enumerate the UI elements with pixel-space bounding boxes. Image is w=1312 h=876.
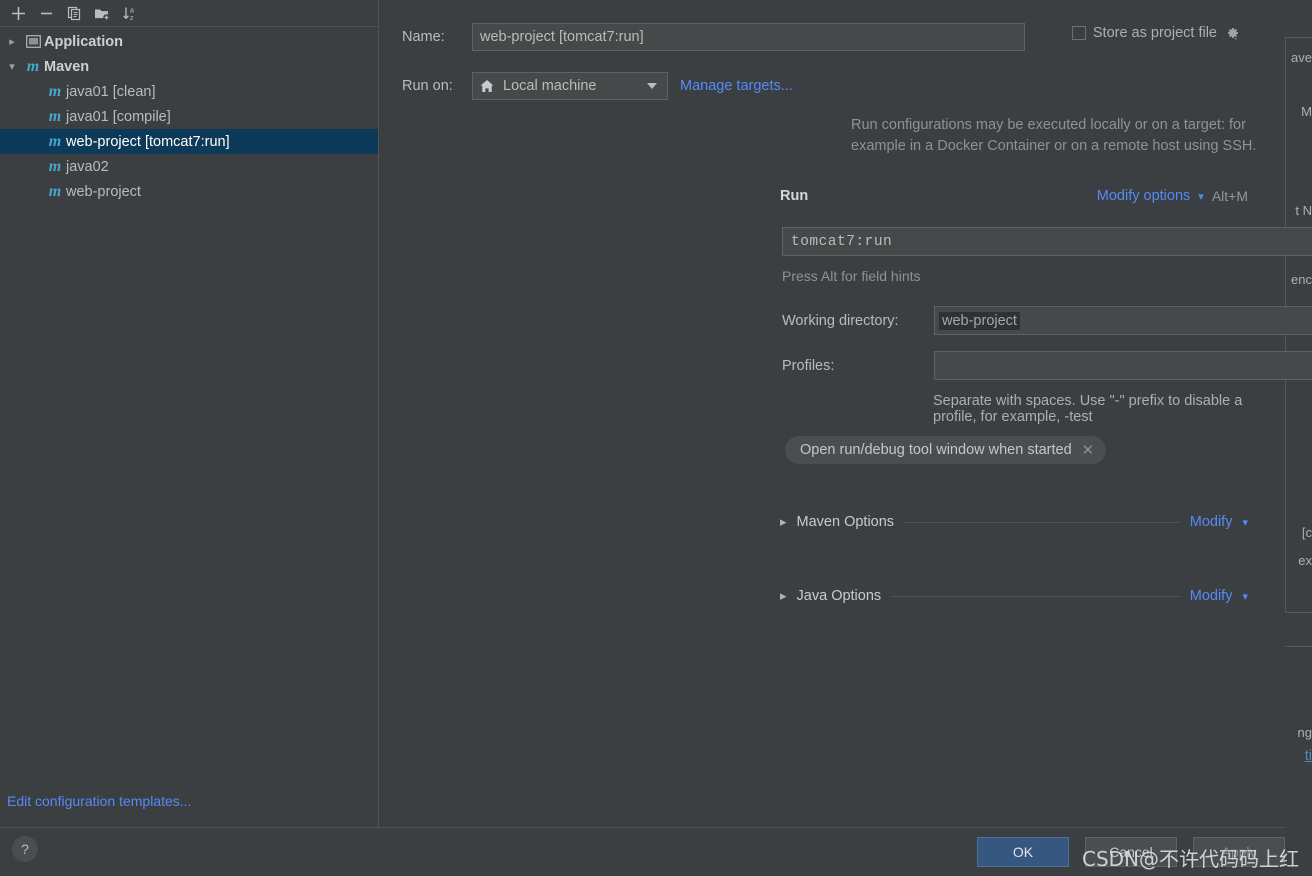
maven-icon: m (44, 84, 66, 100)
name-input[interactable] (472, 23, 1025, 51)
application-icon (22, 35, 44, 48)
sort-alpha-icon[interactable]: a z (116, 1, 144, 25)
command-line-field[interactable] (782, 227, 1312, 256)
remove-icon[interactable] (32, 1, 60, 25)
tree-row-label: web-project [tomcat7:run] (66, 134, 230, 150)
background-text-fragment: ng (1296, 725, 1312, 740)
tree-row-label: java02 (66, 159, 109, 175)
profiles-label: Profiles: (782, 358, 934, 374)
ok-button[interactable]: OK (977, 837, 1069, 867)
run-on-hint: Run configurations may be executed local… (851, 115, 1312, 157)
chevron-right-icon[interactable]: ▸ (780, 588, 787, 604)
run-on-value: Local machine (503, 78, 639, 94)
maven-icon: m (44, 109, 66, 125)
chevron-down-icon[interactable]: ▾ (1198, 190, 1204, 203)
background-text-fragment: ex (1296, 553, 1312, 568)
modify-options-shortcut: Alt+M (1212, 188, 1248, 204)
configurations-tree[interactable]: ▸Application▾mMavenmjava01 [clean]mjava0… (0, 27, 378, 204)
maven-icon: m (22, 59, 44, 75)
close-icon[interactable]: ✕ (1082, 441, 1095, 459)
collapsible-section-title: Maven Options (797, 514, 895, 530)
open-tool-window-chip-label: Open run/debug tool window when started (800, 442, 1072, 458)
tree-row[interactable]: mjava01 [clean] (0, 79, 378, 104)
configurations-left-panel: a z ▸Application▾mMavenmjava01 [clean]mj… (0, 0, 379, 827)
working-directory-field[interactable]: web-project (934, 306, 1312, 335)
store-as-project-file-checkbox[interactable] (1072, 26, 1086, 40)
alt-field-hint: Press Alt for field hints (782, 268, 921, 284)
profiles-row: Profiles: (782, 351, 1312, 380)
chevron-down-icon[interactable]: ▾ (1242, 516, 1248, 529)
chevron-right-icon[interactable]: ▸ (2, 35, 22, 48)
chevron-down-icon[interactable]: ▾ (2, 60, 22, 73)
modify-options-group: Modify options ▾ Alt+M (1097, 188, 1248, 204)
run-section-header: Run Modify options ▾ Alt+M (780, 188, 1248, 204)
run-debug-configurations-dialog: a z ▸Application▾mMavenmjava01 [clean]mj… (0, 0, 1285, 876)
copy-icon[interactable] (60, 1, 88, 25)
chevron-down-icon[interactable]: ▾ (1242, 590, 1248, 603)
run-on-row: Run on: Local machine Manage targets... (402, 72, 793, 100)
run-on-dropdown[interactable]: Local machine (472, 72, 668, 100)
working-directory-value: web-project (939, 312, 1020, 330)
screen-root: aveMt Nenc[cexngti (0, 0, 1312, 876)
working-directory-row: Working directory: web-project (782, 306, 1312, 335)
run-on-hint-line1: Run configurations may be executed local… (851, 115, 1312, 136)
background-text-fragment: ti (1303, 748, 1312, 764)
tree-row[interactable]: ▾mMaven (0, 54, 378, 79)
modify-options-link[interactable]: Modify options (1097, 188, 1191, 204)
tree-row-label: web-project (66, 184, 141, 200)
new-folder-icon[interactable] (88, 1, 116, 25)
background-divider-mid (1285, 612, 1312, 613)
section-modify-link[interactable]: Modify (1190, 514, 1233, 530)
tree-row-label: Application (44, 34, 123, 50)
maven-icon: m (44, 159, 66, 175)
store-as-project-file-label: Store as project file (1093, 25, 1217, 41)
background-divider-low (1285, 646, 1312, 647)
tree-row-label: java01 [compile] (66, 109, 171, 125)
run-section-title: Run (780, 188, 808, 204)
edit-configuration-templates-link[interactable]: Edit configuration templates... (7, 793, 191, 809)
ghost-hint-dots: · · (960, 272, 1312, 287)
svg-text:z: z (130, 15, 134, 22)
background-text-fragment: [c (1300, 525, 1312, 540)
home-icon (479, 78, 495, 94)
tree-row[interactable]: ▸ Application (0, 29, 378, 54)
add-icon[interactable] (4, 1, 32, 25)
profiles-input[interactable] (934, 351, 1312, 380)
name-label: Name: (402, 29, 472, 45)
maven-icon: m (44, 134, 66, 150)
manage-targets-link[interactable]: Manage targets... (680, 78, 793, 94)
help-button[interactable]: ? (12, 836, 38, 862)
csdn-watermark: CSDN@不许代码码上红 (1082, 843, 1299, 872)
working-directory-label: Working directory: (782, 313, 934, 329)
tree-row[interactable]: mweb-project [tomcat7:run] (0, 129, 378, 154)
tree-row[interactable]: mjava01 [compile] (0, 104, 378, 129)
section-divider (904, 522, 1180, 523)
collapsible-section-title: Java Options (797, 588, 882, 604)
configurations-toolbar: a z (0, 0, 378, 27)
tree-row-label: Maven (44, 59, 89, 75)
open-tool-window-chip[interactable]: Open run/debug tool window when started … (785, 436, 1106, 464)
tree-row[interactable]: mweb-project (0, 179, 378, 204)
background-text-fragment: t N (1293, 203, 1312, 218)
collapsible-section[interactable]: ▸ Maven Options Modify ▾ (780, 514, 1248, 530)
chevron-right-icon[interactable]: ▸ (780, 514, 787, 530)
gear-icon[interactable] (1224, 25, 1240, 41)
section-modify-link[interactable]: Modify (1190, 588, 1233, 604)
svg-text:a: a (130, 7, 134, 14)
chevron-down-icon[interactable] (647, 83, 657, 89)
tree-row-label: java01 [clean] (66, 84, 155, 100)
section-divider (891, 596, 1180, 597)
background-text-fragment: ave (1289, 50, 1312, 65)
profiles-hint: Separate with spaces. Use "-" prefix to … (933, 393, 1258, 425)
run-on-label: Run on: (402, 78, 472, 94)
tree-row[interactable]: mjava02 (0, 154, 378, 179)
command-line-input[interactable] (783, 234, 1312, 250)
store-as-project-file-row[interactable]: Store as project file (1072, 25, 1240, 41)
collapsible-section[interactable]: ▸ Java Options Modify ▾ (780, 588, 1248, 604)
run-on-hint-line2: example in a Docker Container or on a re… (851, 136, 1312, 157)
configuration-editor-panel: Name: Store as project file Run on: (380, 0, 1258, 827)
maven-icon: m (44, 184, 66, 200)
